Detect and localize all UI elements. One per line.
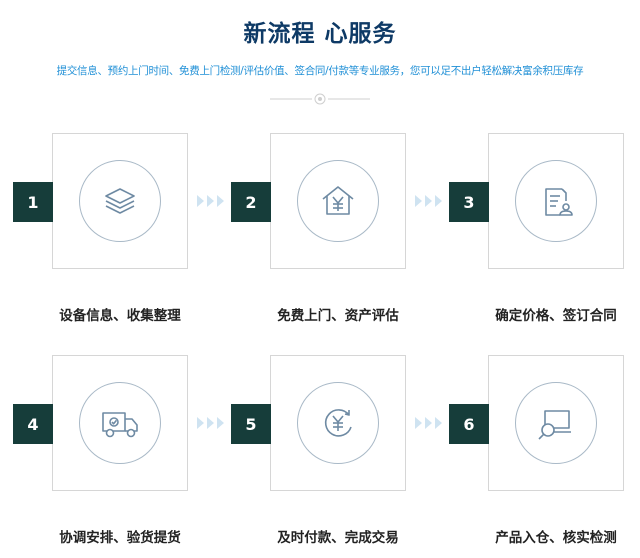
step-label-1: 设备信息、收集整理: [59, 308, 181, 324]
page-subtitle: 提交信息、预约上门时间、免费上门检测/评估价值、签合同/付款等专业服务，您可以足…: [56, 65, 584, 77]
step-card-5: [270, 355, 406, 491]
layers-icon: [105, 188, 135, 214]
icon-circle: [297, 382, 379, 464]
step-number-2: 2: [231, 182, 271, 222]
step-label-3: 确定价格、签订合同: [495, 308, 617, 324]
house-yen-icon: [322, 186, 354, 215]
step-number-5: 5: [231, 404, 271, 444]
step-card-6: [488, 355, 624, 491]
chevron-arrows-icon: [197, 195, 224, 207]
step-card-4: [52, 355, 188, 491]
step-number-3: 3: [449, 182, 489, 222]
step-number-4: 4: [13, 404, 53, 444]
inspect-icon: [538, 410, 571, 440]
step-card-1: [52, 133, 188, 269]
step-card-3: [488, 133, 624, 269]
chevron-arrows-icon: [415, 417, 442, 429]
icon-circle: [515, 160, 597, 242]
chevron-arrows-icon: [415, 195, 442, 207]
icon-circle: [79, 160, 161, 242]
icon-circle: [297, 160, 379, 242]
icon-circle: [79, 382, 161, 464]
step-number-6: 6: [449, 404, 489, 444]
step-label-4: 协调安排、验货提货: [59, 530, 181, 546]
step-number-1: 1: [13, 182, 53, 222]
chevron-arrows-icon: [197, 417, 224, 429]
step-label-6: 产品入仓、核实检测: [495, 530, 617, 546]
contract-icon: [545, 188, 573, 216]
divider-ornament: [270, 93, 370, 105]
page-title: 新流程 心服务: [243, 21, 397, 47]
icon-circle: [515, 382, 597, 464]
truck-icon: [102, 412, 138, 438]
yen-refresh-icon: [324, 409, 352, 437]
step-label-5: 及时付款、完成交易: [277, 530, 399, 546]
step-label-2: 免费上门、资产评估: [277, 308, 399, 324]
step-card-2: [270, 133, 406, 269]
